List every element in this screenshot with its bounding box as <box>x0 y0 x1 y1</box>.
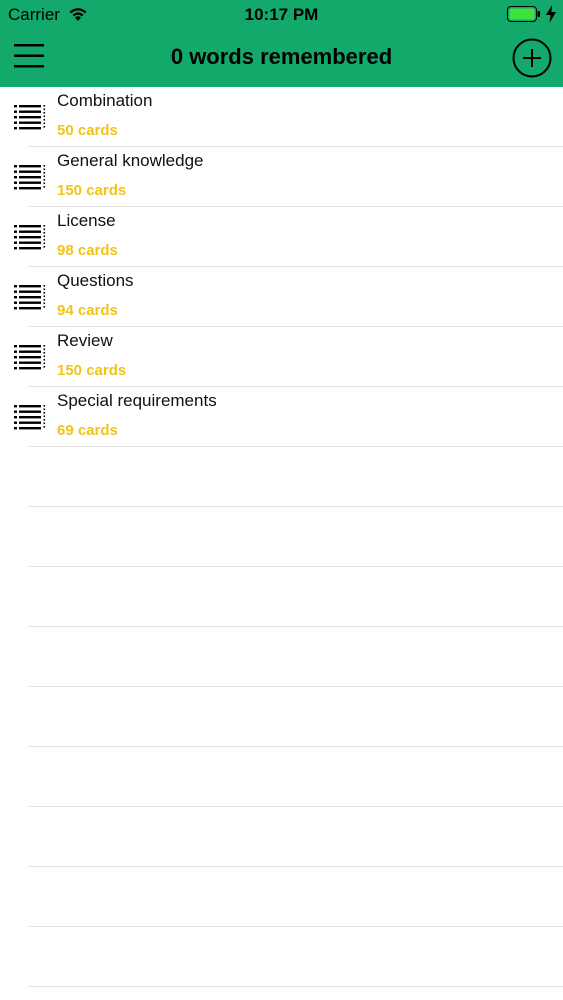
list-item[interactable]: Special requirements 69 cards <box>0 387 563 447</box>
deck-name: Special requirements <box>57 391 217 410</box>
deck-card-count: 98 cards <box>57 242 118 259</box>
empty-row <box>0 567 563 627</box>
list-item[interactable]: Questions 94 cards <box>0 267 563 327</box>
page-title: 0 words remembered <box>170 44 393 69</box>
deck-name: Review <box>57 331 113 350</box>
list-icon <box>14 225 46 250</box>
navigation-bar: 0 words remembered <box>0 30 563 87</box>
deck-name: Combination <box>57 91 153 110</box>
battery-icon <box>507 6 540 22</box>
deck-name: License <box>57 211 116 230</box>
empty-row <box>0 807 563 867</box>
list-icon <box>14 285 46 310</box>
charging-bolt-icon <box>546 5 556 23</box>
empty-row <box>0 627 563 687</box>
empty-row <box>0 867 563 927</box>
deck-name: Questions <box>57 271 134 290</box>
deck-card-count: 69 cards <box>57 422 118 439</box>
list-item[interactable]: General knowledge 150 cards <box>0 147 563 207</box>
list-item[interactable]: License 98 cards <box>0 207 563 267</box>
empty-row <box>0 507 563 567</box>
deck-card-count: 50 cards <box>57 122 118 139</box>
deck-card-count: 150 cards <box>57 182 127 199</box>
status-bar: Carrier 10:17 PM <box>0 0 563 30</box>
list-icon <box>14 105 46 130</box>
deck-card-count: 94 cards <box>57 302 118 319</box>
app-header: Carrier 10:17 PM 0 words remembered <box>0 0 563 87</box>
add-deck-button[interactable] <box>512 38 552 78</box>
empty-row <box>0 927 563 987</box>
status-time: 10:17 PM <box>244 5 319 24</box>
empty-row <box>0 447 563 507</box>
list-icon <box>14 165 46 190</box>
list-item[interactable]: Combination 50 cards <box>0 87 563 147</box>
deck-card-count: 150 cards <box>57 362 127 379</box>
deck-list: Combination 50 cards General knowledge 1… <box>0 87 563 987</box>
empty-row <box>0 687 563 747</box>
list-icon <box>14 405 46 430</box>
list-item[interactable]: Review 150 cards <box>0 327 563 387</box>
deck-name: General knowledge <box>57 151 204 170</box>
list-icon <box>14 345 46 370</box>
empty-row <box>0 747 563 807</box>
